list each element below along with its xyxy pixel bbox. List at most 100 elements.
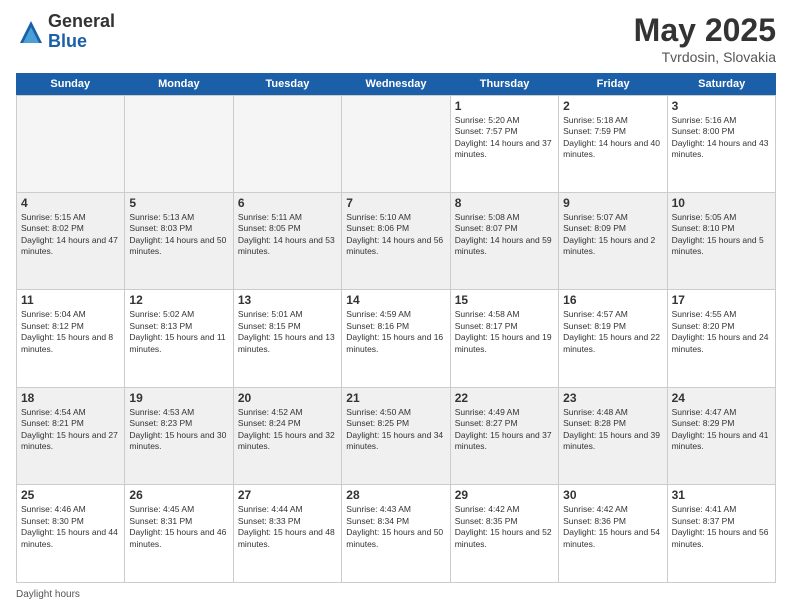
logo-icon [16,17,46,47]
day-info: Sunrise: 4:45 AMSunset: 8:31 PMDaylight:… [129,504,228,550]
day-info: Sunrise: 4:48 AMSunset: 8:28 PMDaylight:… [563,407,662,453]
logo-text: General Blue [48,12,115,52]
cal-week-5: 25 Sunrise: 4:46 AMSunset: 8:30 PMDayligh… [16,485,776,583]
day-number: 5 [129,196,228,210]
cal-day-16: 16 Sunrise: 4:57 AMSunset: 8:19 PMDayligh… [559,290,667,388]
day-number: 2 [563,99,662,113]
day-number: 14 [346,293,445,307]
subtitle: Tvrdosin, Slovakia [634,49,776,65]
title-block: May 2025 Tvrdosin, Slovakia [634,12,776,65]
cal-day-28: 28 Sunrise: 4:43 AMSunset: 8:34 PMDayligh… [342,485,450,583]
day-info: Sunrise: 5:08 AMSunset: 8:07 PMDaylight:… [455,212,554,258]
logo-blue: Blue [48,32,115,52]
cal-day-5: 5 Sunrise: 5:13 AMSunset: 8:03 PMDaylight… [125,193,233,291]
cal-day-9: 9Sunrise: 5:07 AMSunset: 8:09 PMDaylight… [559,193,667,291]
day-number: 1 [455,99,554,113]
day-info: Sunrise: 5:20 AMSunset: 7:57 PMDaylight:… [455,115,554,161]
cal-header-day-tuesday: Tuesday [233,73,342,95]
day-number: 10 [672,196,771,210]
cal-day-3: 3Sunrise: 5:16 AMSunset: 8:00 PMDaylight… [668,95,776,193]
cal-header-day-saturday: Saturday [667,73,776,95]
day-number: 16 [563,293,662,307]
day-info: Sunrise: 4:58 AMSunset: 8:17 PMDaylight:… [455,309,554,355]
header: General Blue May 2025 Tvrdosin, Slovakia [16,12,776,65]
cal-day-12: 12Sunrise: 5:02 AMSunset: 8:13 PMDayligh… [125,290,233,388]
cal-day-13: 13Sunrise: 5:01 AMSunset: 8:15 PMDayligh… [234,290,342,388]
day-info: Sunrise: 5:13 AMSunset: 8:03 PMDaylight:… [129,212,228,258]
day-info: Sunrise: 4:50 AMSunset: 8:25 PMDaylight:… [346,407,445,453]
cal-day-6: 6Sunrise: 5:11 AMSunset: 8:05 PMDaylight… [234,193,342,291]
day-number: 26 [129,488,228,502]
cal-header-day-friday: Friday [559,73,668,95]
day-number: 29 [455,488,554,502]
cal-day-7: 7Sunrise: 5:10 AMSunset: 8:06 PMDaylight… [342,193,450,291]
cal-header-day-thursday: Thursday [450,73,559,95]
day-number: 11 [21,293,120,307]
cal-day-2: 2Sunrise: 5:18 AMSunset: 7:59 PMDaylight… [559,95,667,193]
day-number: 15 [455,293,554,307]
day-info: Sunrise: 4:55 AMSunset: 8:20 PMDaylight:… [672,309,771,355]
cal-day-29: 29Sunrise: 4:42 AMSunset: 8:35 PMDayligh… [451,485,559,583]
cal-day-10: 10 Sunrise: 5:05 AMSunset: 8:10 PMDayligh… [668,193,776,291]
cal-day-empty [17,95,125,193]
cal-day-22: 22Sunrise: 4:49 AMSunset: 8:27 PMDayligh… [451,388,559,486]
day-number: 30 [563,488,662,502]
day-number: 17 [672,293,771,307]
day-info: Sunrise: 4:49 AMSunset: 8:27 PMDaylight:… [455,407,554,453]
cal-day-23: 23 Sunrise: 4:48 AMSunset: 8:28 PMDayligh… [559,388,667,486]
day-info: Sunrise: 5:15 AMSunset: 8:02 PMDaylight:… [21,212,120,258]
cal-day-15: 15 Sunrise: 4:58 AMSunset: 8:17 PMDayligh… [451,290,559,388]
day-number: 3 [672,99,771,113]
day-number: 24 [672,391,771,405]
day-number: 8 [455,196,554,210]
cal-header-day-wednesday: Wednesday [342,73,451,95]
cal-day-26: 26 Sunrise: 4:45 AMSunset: 8:31 PMDayligh… [125,485,233,583]
day-number: 23 [563,391,662,405]
day-info: Sunrise: 4:42 AMSunset: 8:36 PMDaylight:… [563,504,662,550]
calendar-header: SundayMondayTuesdayWednesdayThursdayFrid… [16,73,776,95]
cal-day-30: 30 Sunrise: 4:42 AMSunset: 8:36 PMDayligh… [559,485,667,583]
cal-day-27: 27Sunrise: 4:44 AMSunset: 8:33 PMDayligh… [234,485,342,583]
cal-day-14: 14 Sunrise: 4:59 AMSunset: 8:16 PMDayligh… [342,290,450,388]
cal-day-24: 24 Sunrise: 4:47 AMSunset: 8:29 PMDayligh… [668,388,776,486]
day-info: Sunrise: 5:05 AMSunset: 8:10 PMDaylight:… [672,212,771,258]
day-number: 18 [21,391,120,405]
cal-day-11: 11 Sunrise: 5:04 AMSunset: 8:12 PMDayligh… [17,290,125,388]
day-number: 21 [346,391,445,405]
day-number: 28 [346,488,445,502]
day-number: 25 [21,488,120,502]
day-info: Sunrise: 5:04 AMSunset: 8:12 PMDaylight:… [21,309,120,355]
day-info: Sunrise: 4:41 AMSunset: 8:37 PMDaylight:… [672,504,771,550]
day-number: 7 [346,196,445,210]
page: General Blue May 2025 Tvrdosin, Slovakia… [0,0,792,612]
cal-week-2: 4 Sunrise: 5:15 AMSunset: 8:02 PMDaylight… [16,193,776,291]
cal-day-4: 4 Sunrise: 5:15 AMSunset: 8:02 PMDaylight… [17,193,125,291]
cal-day-empty [342,95,450,193]
cal-day-31: 31 Sunrise: 4:41 AMSunset: 8:37 PMDayligh… [668,485,776,583]
day-number: 12 [129,293,228,307]
day-info: Sunrise: 5:01 AMSunset: 8:15 PMDaylight:… [238,309,337,355]
day-info: Sunrise: 4:54 AMSunset: 8:21 PMDaylight:… [21,407,120,453]
cal-header-day-sunday: Sunday [16,73,125,95]
day-number: 20 [238,391,337,405]
day-info: Sunrise: 4:52 AMSunset: 8:24 PMDaylight:… [238,407,337,453]
cal-day-empty [234,95,342,193]
day-number: 9 [563,196,662,210]
day-info: Sunrise: 4:59 AMSunset: 8:16 PMDaylight:… [346,309,445,355]
main-title: May 2025 [634,12,776,49]
day-info: Sunrise: 4:46 AMSunset: 8:30 PMDaylight:… [21,504,120,550]
cal-day-empty [125,95,233,193]
day-number: 31 [672,488,771,502]
day-info: Sunrise: 4:43 AMSunset: 8:34 PMDaylight:… [346,504,445,550]
cal-day-8: 8 Sunrise: 5:08 AMSunset: 8:07 PMDaylight… [451,193,559,291]
cal-day-25: 25 Sunrise: 4:46 AMSunset: 8:30 PMDayligh… [17,485,125,583]
cal-week-4: 18 Sunrise: 4:54 AMSunset: 8:21 PMDayligh… [16,388,776,486]
calendar: SundayMondayTuesdayWednesdayThursdayFrid… [16,73,776,583]
day-number: 4 [21,196,120,210]
cal-header-day-monday: Monday [125,73,234,95]
cal-day-19: 19Sunrise: 4:53 AMSunset: 8:23 PMDayligh… [125,388,233,486]
day-info: Sunrise: 4:47 AMSunset: 8:29 PMDaylight:… [672,407,771,453]
day-info: Sunrise: 4:57 AMSunset: 8:19 PMDaylight:… [563,309,662,355]
cal-day-21: 21 Sunrise: 4:50 AMSunset: 8:25 PMDayligh… [342,388,450,486]
logo-general: General [48,12,115,32]
